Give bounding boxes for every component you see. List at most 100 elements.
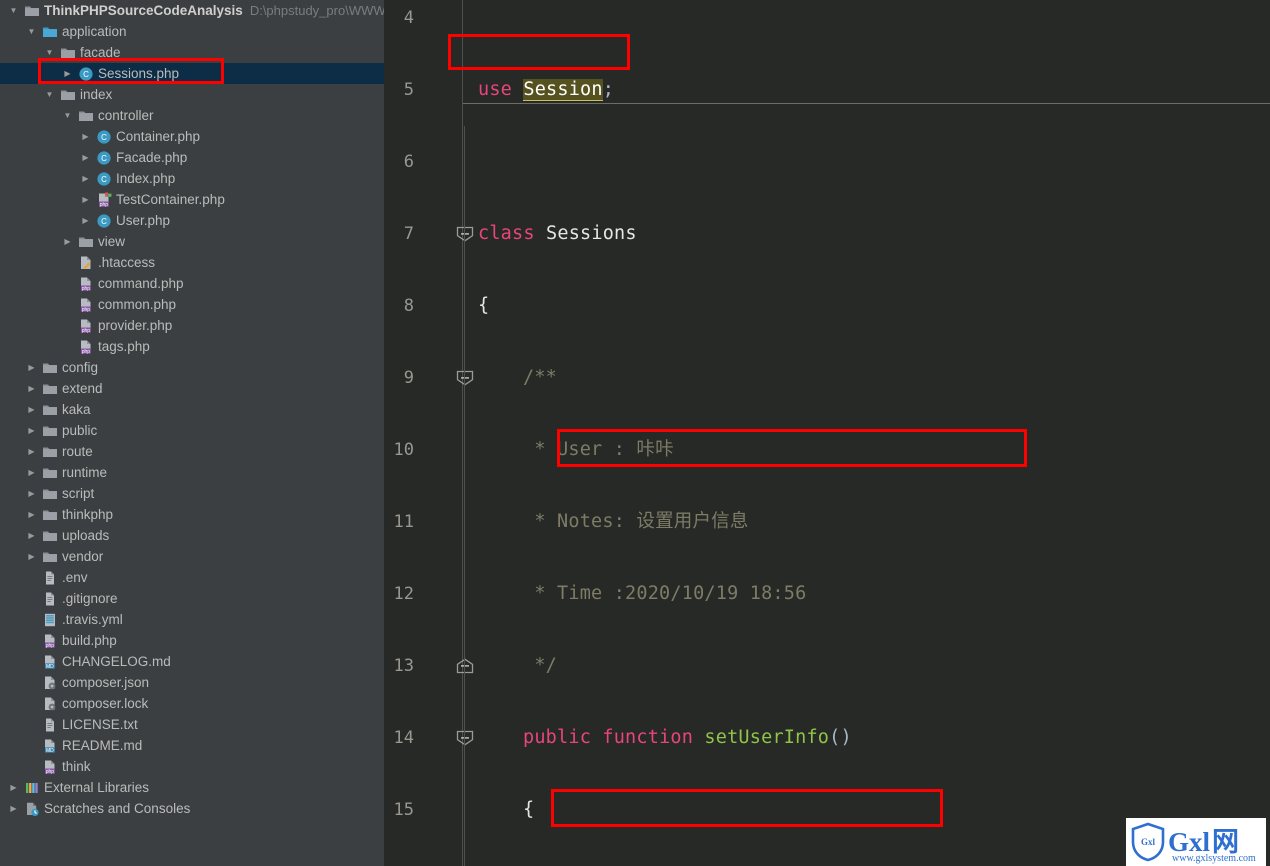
code-editor[interactable]: 4 5 use Session; 6 7 class Sessions 8{ 9/** 10 *…	[384, 0, 1270, 866]
tree-item-command-php[interactable]: php command.php	[0, 273, 384, 294]
chevron-down-icon[interactable]: ▼	[8, 0, 19, 21]
chevron-right-icon[interactable]: ▶	[26, 378, 37, 399]
php-class-icon: C	[78, 66, 94, 82]
code-line[interactable]: 4	[384, 0, 1270, 36]
tree-item-application[interactable]: ▼ application	[0, 21, 384, 42]
code-line[interactable]: 10 * User : 咔咔	[384, 432, 1270, 468]
tree-item-facade[interactable]: ▼ facade	[0, 42, 384, 63]
chevron-right-icon[interactable]: ▶	[80, 126, 91, 147]
project-path-label: D:\phpstudy_pro\WWW\Th	[249, 3, 384, 18]
tree-item-label: .htaccess	[98, 255, 156, 270]
folder-icon	[42, 444, 58, 460]
code-line[interactable]: 13 */	[384, 648, 1270, 684]
php-class-icon: C	[96, 129, 112, 145]
tree-item-testcontainer-php[interactable]: ▶ php TestContainer.php	[0, 189, 384, 210]
chevron-right-icon[interactable]: ▶	[80, 189, 91, 210]
tree-item-user-php[interactable]: ▶ C User.php	[0, 210, 384, 231]
chevron-right-icon[interactable]: ▶	[26, 420, 37, 441]
tree-item-external-libraries[interactable]: ▶ External Libraries	[0, 777, 384, 798]
tree-item-index-php[interactable]: ▶ C Index.php	[0, 168, 384, 189]
tree-item-composer-json[interactable]: composer.json	[0, 672, 384, 693]
tree-item--env[interactable]: .env	[0, 567, 384, 588]
fold-end-icon[interactable]	[456, 648, 474, 684]
tree-item-readme-md[interactable]: MD README.md	[0, 735, 384, 756]
tree-item-view[interactable]: ▶ view	[0, 231, 384, 252]
code-line[interactable]: 11 * Notes: 设置用户信息	[384, 504, 1270, 540]
chevron-down-icon[interactable]: ▼	[26, 21, 37, 42]
tree-item-config[interactable]: ▶ config	[0, 357, 384, 378]
tree-item-label: command.php	[98, 276, 184, 291]
tree-item-label: composer.lock	[62, 696, 149, 711]
tree-item-label: External Libraries	[44, 780, 150, 795]
tree-item-common-php[interactable]: php common.php	[0, 294, 384, 315]
tree-item--travis-yml[interactable]: .travis.yml	[0, 609, 384, 630]
tree-item-vendor[interactable]: ▶ vendor	[0, 546, 384, 567]
tree-item--gitignore[interactable]: .gitignore	[0, 588, 384, 609]
tree-item-label: Facade.php	[116, 150, 188, 165]
code-line[interactable]: 8{	[384, 288, 1270, 324]
fold-collapse-icon[interactable]	[456, 216, 474, 252]
tree-item-route[interactable]: ▶ route	[0, 441, 384, 462]
tree-item-label: composer.json	[62, 675, 150, 690]
tree-item-container-php[interactable]: ▶ C Container.php	[0, 126, 384, 147]
chevron-right-icon[interactable]: ▶	[80, 168, 91, 189]
tree-item-runtime[interactable]: ▶ runtime	[0, 462, 384, 483]
tree-item-composer-lock[interactable]: composer.lock	[0, 693, 384, 714]
tree-item-scratches-and-consoles[interactable]: ▶ Scratches and Consoles	[0, 798, 384, 819]
tree-item-facade-php[interactable]: ▶ C Facade.php	[0, 147, 384, 168]
chevron-right-icon[interactable]: ▶	[26, 357, 37, 378]
code-line[interactable]: 5 use Session;	[384, 72, 1270, 108]
chevron-right-icon[interactable]: ▶	[8, 777, 19, 798]
tree-item-thinkphp[interactable]: ▶ thinkphp	[0, 504, 384, 525]
chevron-right-icon[interactable]: ▶	[26, 441, 37, 462]
fold-collapse-icon[interactable]	[456, 360, 474, 396]
shield-icon: Gxl	[1131, 822, 1165, 862]
chevron-right-icon[interactable]: ▶	[26, 483, 37, 504]
code-line[interactable]: 14 public function setUserInfo()	[384, 720, 1270, 756]
watermark-logo: Gxl Gxl 网 www.gxlsystem.com	[1126, 818, 1266, 866]
chevron-right-icon[interactable]: ▶	[26, 504, 37, 525]
code-line[interactable]: 7 class Sessions	[384, 216, 1270, 252]
tree-item-thinkphpsourcecodeanalysis[interactable]: ▼ ThinkPHPSourceCodeAnalysis D:\phpstudy_p…	[0, 0, 384, 21]
tree-item-label: vendor	[62, 549, 104, 564]
tree-item-provider-php[interactable]: php provider.php	[0, 315, 384, 336]
chevron-right-icon[interactable]: ▶	[26, 546, 37, 567]
tree-item-kaka[interactable]: ▶ kaka	[0, 399, 384, 420]
code-line[interactable]: 9 /**	[384, 360, 1270, 396]
tree-item-uploads[interactable]: ▶ uploads	[0, 525, 384, 546]
tree-item-label: extend	[62, 381, 103, 396]
code-token: Sessions	[546, 223, 637, 244]
chevron-right-icon[interactable]: ▶	[80, 210, 91, 231]
tree-item-tags-php[interactable]: php tags.php	[0, 336, 384, 357]
chevron-right-icon[interactable]: ▶	[80, 147, 91, 168]
tree-item-changelog-md[interactable]: MD CHANGELOG.md	[0, 651, 384, 672]
tree-item-script[interactable]: ▶ script	[0, 483, 384, 504]
chevron-right-icon[interactable]: ▶	[62, 231, 73, 252]
chevron-down-icon[interactable]: ▼	[44, 84, 55, 105]
tree-item-index[interactable]: ▼ index	[0, 84, 384, 105]
chevron-right-icon[interactable]: ▶	[26, 525, 37, 546]
code-token: class	[478, 223, 547, 244]
tree-item-license-txt[interactable]: LICENSE.txt	[0, 714, 384, 735]
chevron-right-icon[interactable]: ▶	[62, 63, 73, 84]
fold-collapse-icon[interactable]	[456, 720, 474, 756]
code-token: ()	[829, 727, 852, 748]
chevron-right-icon[interactable]: ▶	[8, 798, 19, 819]
php-class-icon: C	[96, 171, 112, 187]
tree-item-public[interactable]: ▶ public	[0, 420, 384, 441]
tree-item-think[interactable]: php think	[0, 756, 384, 777]
code-line[interactable]: 6	[384, 144, 1270, 180]
code-line[interactable]: 12 * Time :2020/10/19 18:56	[384, 576, 1270, 612]
tree-item--htaccess[interactable]: .htaccess	[0, 252, 384, 273]
project-tree-panel[interactable]: ▼ ThinkPHPSourceCodeAnalysis D:\phpstudy_p…	[0, 0, 384, 866]
chevron-down-icon[interactable]: ▼	[62, 105, 73, 126]
php-class-icon: C	[96, 213, 112, 229]
tree-item-sessions-php[interactable]: ▶ C Sessions.php	[0, 63, 384, 84]
tree-item-controller[interactable]: ▼ controller	[0, 105, 384, 126]
tree-item-extend[interactable]: ▶ extend	[0, 378, 384, 399]
chevron-right-icon[interactable]: ▶	[26, 399, 37, 420]
folder-icon	[42, 507, 58, 523]
tree-item-build-php[interactable]: php build.php	[0, 630, 384, 651]
chevron-right-icon[interactable]: ▶	[26, 462, 37, 483]
chevron-down-icon[interactable]: ▼	[44, 42, 55, 63]
